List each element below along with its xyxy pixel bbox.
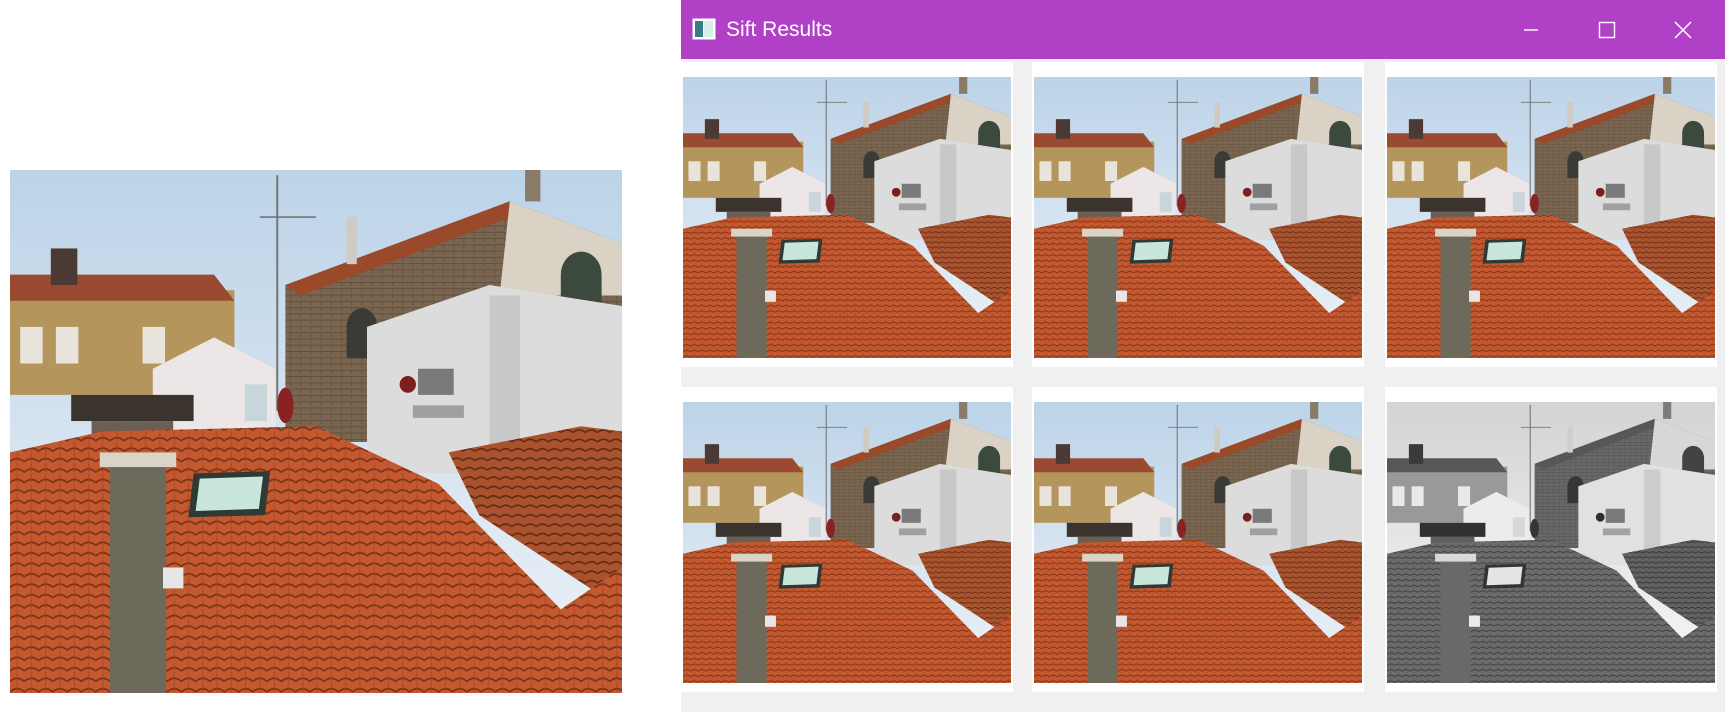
result-card-3[interactable] (1385, 62, 1717, 367)
result-3-photo[interactable] (1387, 77, 1715, 358)
query-rooftops-photo (10, 170, 622, 693)
result-1-photo[interactable] (683, 77, 1011, 358)
close-icon (1674, 20, 1692, 39)
minimize-button[interactable] (1499, 0, 1563, 59)
result-card-1[interactable] (681, 62, 1013, 367)
result-2-photo[interactable] (1034, 77, 1362, 358)
maximize-button[interactable] (1575, 0, 1639, 59)
sift-results-window: Sift Results (681, 0, 1725, 712)
result-card-5[interactable] (1032, 387, 1364, 692)
maximize-icon (1598, 21, 1616, 38)
close-button[interactable] (1651, 0, 1715, 59)
result-4-photo[interactable] (683, 402, 1011, 683)
result-card-2[interactable] (1032, 62, 1364, 367)
results-grid (681, 59, 1725, 712)
app-icon (692, 18, 716, 40)
result-6-photo[interactable] (1387, 402, 1715, 683)
title-bar[interactable]: Sift Results (681, 0, 1725, 59)
window-title: Sift Results (726, 18, 833, 41)
result-card-4[interactable] (681, 387, 1013, 692)
result-card-6[interactable] (1385, 387, 1717, 692)
result-5-photo[interactable] (1034, 402, 1362, 683)
minimize-icon (1524, 28, 1538, 31)
